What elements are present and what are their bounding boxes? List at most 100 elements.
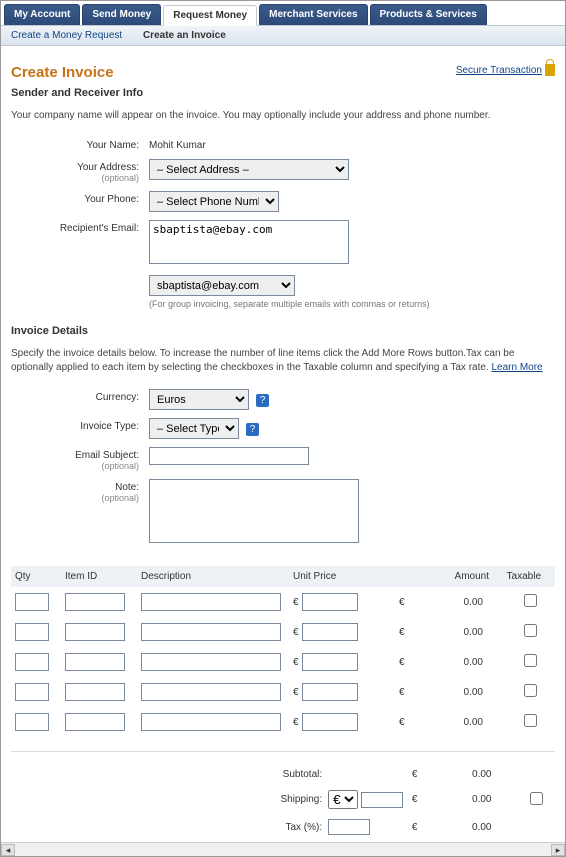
grid-header: Qty Item ID Description Unit Price Amoun… xyxy=(11,566,555,587)
shipping-taxable-checkbox[interactable] xyxy=(530,792,543,805)
col-id: Item ID xyxy=(65,571,141,582)
currency-symbol: € xyxy=(399,627,405,638)
scroll-left-icon[interactable]: ◂ xyxy=(1,844,15,856)
qty-input[interactable] xyxy=(15,623,49,641)
currency-symbol: € xyxy=(412,822,418,833)
phone-select[interactable]: – Select Phone Number – xyxy=(149,191,279,212)
item-id-input[interactable] xyxy=(65,713,125,731)
help-icon[interactable]: ? xyxy=(256,394,269,407)
currency-symbol: € xyxy=(293,597,299,608)
invoice-type-select[interactable]: – Select Type – xyxy=(149,418,239,439)
main-nav: My Account Send Money Request Money Merc… xyxy=(1,1,565,26)
unit-price-input[interactable] xyxy=(302,713,358,731)
sub-nav: Create a Money Request Create an Invoice xyxy=(1,26,565,46)
help-icon[interactable]: ? xyxy=(246,423,259,436)
note-label: Note:(optional) xyxy=(11,479,149,503)
amount-value: 0.00 xyxy=(464,657,483,668)
unit-price-input[interactable] xyxy=(302,593,358,611)
learn-more-link[interactable]: Learn More xyxy=(491,362,542,373)
tax-label: Tax (%): xyxy=(15,822,328,833)
scroll-right-icon[interactable]: ▸ xyxy=(551,844,565,856)
line-item-row: € €0.00 xyxy=(11,677,555,707)
name-label: Your Name: xyxy=(11,137,149,151)
amount-value: 0.00 xyxy=(464,597,483,608)
line-item-row: €€0.00 xyxy=(11,617,555,647)
recipient-email-input[interactable]: sbaptista@ebay.com xyxy=(149,220,349,264)
address-select[interactable]: – Select Address – xyxy=(149,159,349,180)
amount-value: 0.00 xyxy=(464,687,483,698)
subject-label: Email Subject:(optional) xyxy=(11,447,149,471)
currency-symbol: € xyxy=(293,717,299,728)
description-input[interactable] xyxy=(141,683,281,701)
description-input[interactable] xyxy=(141,713,281,731)
recipient-email-select[interactable]: sbaptista@ebay.com xyxy=(149,275,295,296)
subnav-create-invoice[interactable]: Create an Invoice xyxy=(143,30,226,41)
item-id-input[interactable] xyxy=(65,623,125,641)
shipping-value: 0.00 xyxy=(472,794,491,805)
currency-symbol: € xyxy=(293,657,299,668)
secure-label: Secure Transaction xyxy=(456,65,542,76)
line-item-row: € €0.00 xyxy=(11,707,555,737)
invoice-type-label: Invoice Type: xyxy=(11,418,149,432)
currency-symbol: € xyxy=(412,769,418,780)
note-input[interactable] xyxy=(149,479,359,543)
amount-value: 0.00 xyxy=(464,717,483,728)
line-item-row: € €0.00 xyxy=(11,647,555,677)
description-input[interactable] xyxy=(141,623,281,641)
details-heading: Invoice Details xyxy=(11,325,555,337)
details-desc: Specify the invoice details below. To in… xyxy=(11,347,555,375)
tab-merchant-services[interactable]: Merchant Services xyxy=(259,4,367,25)
recipient-email-label: Recipient's Email: xyxy=(11,220,149,234)
description-input[interactable] xyxy=(141,653,281,671)
taxable-checkbox[interactable] xyxy=(524,654,537,667)
unit-price-input[interactable] xyxy=(302,653,358,671)
item-id-input[interactable] xyxy=(65,683,125,701)
currency-symbol: € xyxy=(293,687,299,698)
sender-desc: Your company name will appear on the inv… xyxy=(11,109,555,123)
line-items-grid: Qty Item ID Description Unit Price Amoun… xyxy=(11,566,555,737)
col-taxable: Taxable xyxy=(489,571,545,582)
col-qty: Qty xyxy=(15,571,65,582)
currency-symbol: € xyxy=(399,657,405,668)
currency-select[interactable]: Euros xyxy=(149,389,249,410)
item-id-input[interactable] xyxy=(65,593,125,611)
tab-products-services[interactable]: Products & Services xyxy=(370,4,487,25)
tab-request-money[interactable]: Request Money xyxy=(163,5,257,26)
taxable-checkbox[interactable] xyxy=(524,624,537,637)
col-desc: Description xyxy=(141,571,293,582)
description-input[interactable] xyxy=(141,593,281,611)
taxable-checkbox[interactable] xyxy=(524,684,537,697)
tax-input[interactable] xyxy=(328,819,370,835)
tab-send-money[interactable]: Send Money xyxy=(82,4,161,25)
shipping-currency-select[interactable]: € xyxy=(328,790,358,809)
qty-input[interactable] xyxy=(15,683,49,701)
unit-price-input[interactable] xyxy=(302,683,358,701)
phone-label: Your Phone: xyxy=(11,191,149,205)
sender-heading: Sender and Receiver Info xyxy=(11,87,555,99)
lock-icon xyxy=(545,64,555,76)
taxable-checkbox[interactable] xyxy=(524,714,537,727)
page-title: Create Invoice xyxy=(11,64,114,81)
taxable-checkbox[interactable] xyxy=(524,594,537,607)
name-value: Mohit Kumar xyxy=(149,137,555,151)
tax-value: 0.00 xyxy=(472,822,491,833)
subnav-money-request[interactable]: Create a Money Request xyxy=(11,30,122,41)
line-item-row: €€0.00 xyxy=(11,587,555,617)
secure-transaction-link[interactable]: Secure Transaction xyxy=(456,64,555,76)
horizontal-scrollbar[interactable]: ◂ ▸ xyxy=(1,842,565,856)
email-subject-input[interactable] xyxy=(149,447,309,465)
tab-my-account[interactable]: My Account xyxy=(4,4,80,25)
currency-label: Currency: xyxy=(11,389,149,403)
item-id-input[interactable] xyxy=(65,653,125,671)
shipping-label: Shipping: xyxy=(15,794,328,805)
col-amount: Amount xyxy=(393,571,489,582)
shipping-input[interactable] xyxy=(361,792,403,808)
subtotal-label: Subtotal: xyxy=(15,769,328,780)
currency-symbol: € xyxy=(399,717,405,728)
qty-input[interactable] xyxy=(15,653,49,671)
unit-price-input[interactable] xyxy=(302,623,358,641)
address-label: Your Address:(optional) xyxy=(11,159,149,183)
currency-symbol: € xyxy=(399,687,405,698)
qty-input[interactable] xyxy=(15,713,49,731)
qty-input[interactable] xyxy=(15,593,49,611)
